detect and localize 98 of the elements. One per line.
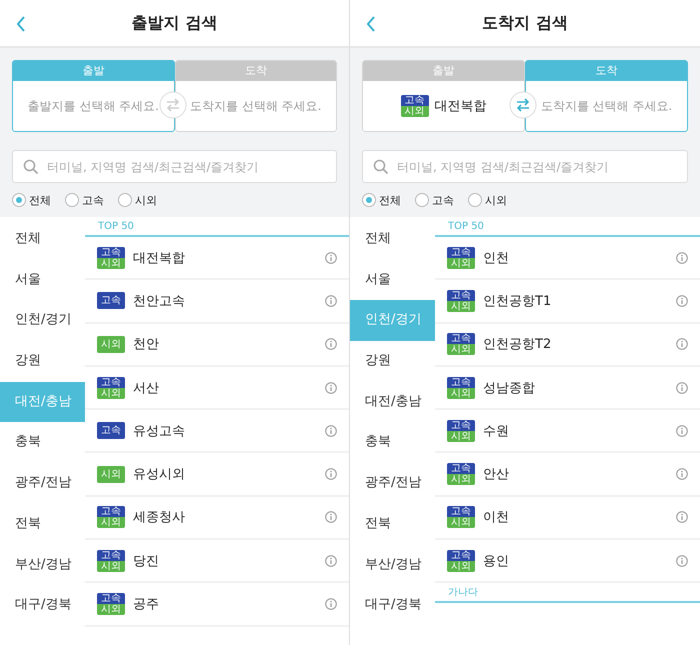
terminal-name: 안산	[483, 466, 510, 484]
section-title: 가나다	[435, 583, 700, 604]
slot-placeholder: 도착지를 선택해 주세요.	[540, 98, 672, 114]
terminal-row[interactable]: 고속 시외 인천	[435, 237, 700, 280]
filter-radio[interactable]: 고속	[415, 192, 454, 208]
region-tab[interactable]: 광주/전남	[0, 463, 85, 504]
terminal-name: 대전복합	[133, 250, 186, 267]
terminal-row[interactable]: 고속 시외 수원	[435, 410, 700, 454]
info-icon[interactable]	[325, 338, 337, 350]
info-icon[interactable]	[676, 468, 688, 480]
terminal-name: 서산	[133, 380, 160, 397]
region-tab[interactable]: 강원	[0, 341, 85, 382]
terminal-row[interactable]: 고속 시외 인천공항T2	[435, 324, 700, 367]
info-icon[interactable]	[676, 338, 688, 350]
terminal-name: 인천공항T1	[483, 292, 552, 310]
info-icon[interactable]	[325, 554, 337, 567]
search-field[interactable]: 터미널, 지역명 검색/최근검색/즐겨찾기	[12, 150, 337, 183]
region-tab[interactable]: 전체	[0, 219, 85, 260]
terminal-name: 유성시외	[133, 466, 186, 484]
terminal-name: 인천공항T2	[483, 336, 552, 354]
region-tab[interactable]: 대구/경북	[350, 585, 435, 626]
terminal-row[interactable]: 고속 시외 성남종합	[435, 366, 700, 410]
terminal-row[interactable]: 고속 시외 당진	[85, 540, 349, 584]
section-title: TOP 50	[85, 217, 349, 237]
bus-type-badge: 시외	[97, 466, 125, 483]
info-icon[interactable]	[676, 511, 688, 524]
region-tab[interactable]: 강원	[350, 341, 435, 382]
slot-header: 출발	[13, 61, 174, 81]
terminal-row[interactable]: 고속 시외 용인	[435, 540, 700, 584]
slot-placeholder: 출발지를 선택해 주세요.	[28, 98, 159, 114]
region-tab[interactable]: 충북	[0, 422, 85, 464]
swap-icon[interactable]	[509, 91, 537, 119]
info-icon[interactable]	[325, 252, 337, 264]
region-tab[interactable]: 광주/전남	[350, 463, 435, 504]
region-tab[interactable]: 부산/경남	[350, 544, 435, 586]
terminal-name: 수원	[483, 422, 510, 440]
screen-title: 도착지 검색	[482, 12, 568, 34]
bus-type-badge: 고속	[97, 422, 125, 440]
terminal-name: 천안고속	[133, 292, 186, 310]
region-tab[interactable]: 부산/경남	[0, 544, 85, 586]
info-icon[interactable]	[325, 511, 337, 524]
terminal-row[interactable]: 시외 천안	[85, 324, 349, 367]
terminal-name: 천안	[133, 336, 160, 354]
terminal-row[interactable]: 고속 시외 서산	[85, 366, 349, 410]
terminal-name: 인천	[483, 250, 510, 267]
terminal-name: 당진	[133, 552, 160, 570]
bus-type-badge: 고속	[97, 292, 125, 310]
filter-radio[interactable]: 고속	[65, 192, 104, 208]
filter-radio[interactable]: 시외	[468, 192, 507, 208]
terminal-row[interactable]: 고속 유성고속	[85, 410, 349, 454]
search-icon	[373, 159, 389, 175]
info-icon[interactable]	[325, 294, 337, 307]
terminal-row[interactable]: 고속 천안고속	[85, 280, 349, 324]
bus-type-badge: 시외	[97, 336, 125, 353]
terminal-row[interactable]: 고속 시외 공주	[85, 583, 349, 627]
back-icon	[366, 16, 376, 32]
info-icon[interactable]	[325, 598, 337, 610]
screen-title: 출발지 검색	[132, 12, 218, 34]
filter-radio[interactable]: 시외	[118, 192, 157, 208]
region-tab[interactable]: 전체	[350, 219, 435, 260]
swap-icon[interactable]	[159, 91, 187, 119]
slot-placeholder: 도착지를 선택해 주세요.	[190, 98, 322, 114]
terminal-row[interactable]: 고속 시외 안산	[435, 453, 700, 497]
terminal-name: 용인	[483, 552, 510, 570]
terminal-row[interactable]: 시외 유성시외	[85, 453, 349, 497]
region-tab[interactable]: 서울	[0, 260, 85, 300]
terminal-name: 대전복합	[434, 98, 486, 115]
terminal-row[interactable]: 고속 시외 인천공항T1	[435, 280, 700, 324]
region-tab[interactable]: 충북	[350, 422, 435, 464]
terminal-row[interactable]: 고속 시외 세종청사	[85, 496, 349, 540]
filter-radio[interactable]: 전체	[12, 192, 51, 208]
info-icon[interactable]	[676, 382, 688, 394]
region-tab[interactable]: 전북	[350, 504, 435, 544]
terminal-name: 유성고속	[133, 422, 186, 440]
region-tab[interactable]: 대구/경북	[0, 585, 85, 626]
terminal-name: 세종청사	[133, 509, 186, 526]
section-title: TOP 50	[435, 217, 700, 237]
search-field[interactable]: 터미널, 지역명 검색/최근검색/즐겨찾기	[362, 150, 688, 183]
region-tab[interactable]: 전북	[0, 504, 85, 544]
terminal-name: 이천	[483, 509, 510, 526]
back-icon	[16, 16, 26, 32]
search-icon	[23, 159, 39, 175]
info-icon[interactable]	[325, 382, 337, 394]
info-icon[interactable]	[325, 424, 337, 437]
region-tab[interactable]: 인천/경기	[0, 300, 85, 342]
slot-header: 도착	[526, 61, 687, 81]
terminal-name: 공주	[133, 596, 160, 614]
info-icon[interactable]	[676, 424, 688, 437]
terminal-row[interactable]: 고속 시외 이천	[435, 496, 700, 540]
info-icon[interactable]	[676, 294, 688, 307]
info-icon[interactable]	[325, 468, 337, 480]
info-icon[interactable]	[676, 252, 688, 264]
terminal-name: 성남종합	[483, 380, 536, 397]
terminal-row[interactable]: 고속 시외 대전복합	[85, 237, 349, 280]
info-icon[interactable]	[676, 554, 688, 567]
region-tab[interactable]: 서울	[350, 260, 435, 300]
region-tab[interactable]: 대전/충남	[350, 382, 435, 422]
filter-radio[interactable]: 전체	[362, 192, 401, 208]
